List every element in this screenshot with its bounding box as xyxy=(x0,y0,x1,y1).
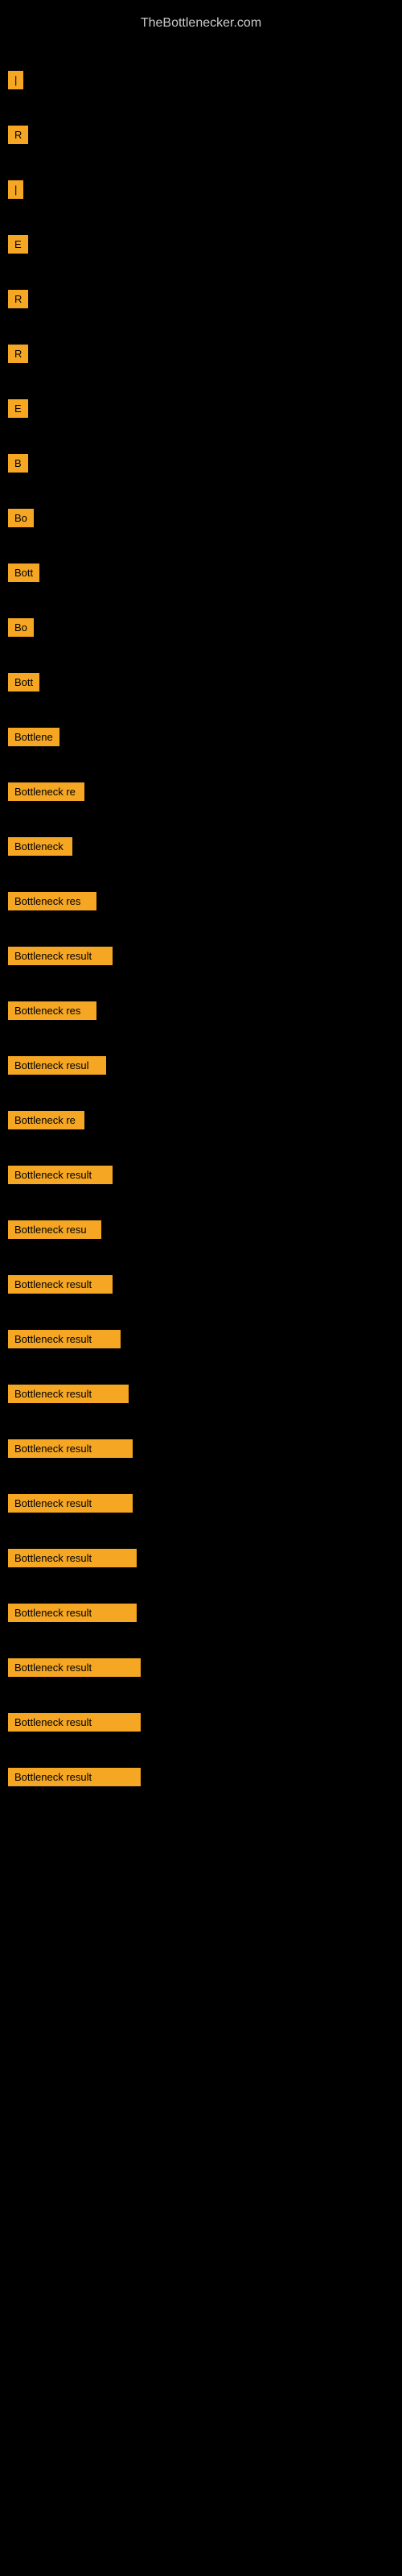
main-container: TheBottlenecker.com | R | E R R E B Bo Bott Bo Bott… xyxy=(0,0,402,2576)
list-item: Bottleneck resul xyxy=(8,1056,394,1075)
list-item: R xyxy=(8,345,394,363)
bottleneck-label: Bottleneck result xyxy=(8,1549,137,1567)
bottleneck-label: | xyxy=(8,180,23,199)
bottleneck-label: R xyxy=(8,290,28,308)
list-item: Bottleneck result xyxy=(8,947,394,965)
bottleneck-label: Bottleneck result xyxy=(8,1439,133,1458)
bottleneck-label: Bo xyxy=(8,618,34,637)
list-item: B xyxy=(8,454,394,473)
bottleneck-label: Bott xyxy=(8,564,39,582)
bottleneck-label: Bottleneck re xyxy=(8,1111,84,1129)
bottleneck-label: Bottleneck resul xyxy=(8,1056,106,1075)
bottleneck-label: Bottlene xyxy=(8,728,59,746)
site-title: TheBottlenecker.com xyxy=(8,8,394,35)
list-item: Bottleneck xyxy=(8,837,394,856)
bottleneck-label: | xyxy=(8,71,23,89)
list-item: R xyxy=(8,290,394,308)
list-item: Bottleneck result xyxy=(8,1330,394,1348)
bottleneck-label: Bo xyxy=(8,509,34,527)
bottleneck-label: Bottleneck result xyxy=(8,1385,129,1403)
list-item: Bottlene xyxy=(8,728,394,746)
list-item: Bottleneck result xyxy=(8,1494,394,1513)
list-item: Bott xyxy=(8,564,394,582)
bottleneck-label: R xyxy=(8,126,28,144)
list-item: Bottleneck re xyxy=(8,782,394,801)
bottleneck-label: E xyxy=(8,235,28,254)
bottleneck-label: Bottleneck result xyxy=(8,1494,133,1513)
list-item: Bottleneck result xyxy=(8,1385,394,1403)
list-item: E xyxy=(8,399,394,418)
rows-container: | R | E R R E B Bo Bott Bo Bott Bottlene Bottleneck r… xyxy=(8,71,394,1786)
bottleneck-label: Bottleneck result xyxy=(8,1713,141,1732)
bottleneck-label: R xyxy=(8,345,28,363)
bottleneck-label: E xyxy=(8,399,28,418)
list-item: Bottleneck result xyxy=(8,1713,394,1732)
bottleneck-label: Bottleneck res xyxy=(8,892,96,910)
list-item: R xyxy=(8,126,394,144)
list-item: Bottleneck re xyxy=(8,1111,394,1129)
list-item: Bottleneck result xyxy=(8,1658,394,1677)
bottleneck-label: Bottleneck result xyxy=(8,1768,141,1786)
bottleneck-label: Bottleneck result xyxy=(8,1275,113,1294)
list-item: Bottleneck result xyxy=(8,1439,394,1458)
bottleneck-label: Bottleneck result xyxy=(8,1166,113,1184)
list-item: Bottleneck result xyxy=(8,1768,394,1786)
bottleneck-label: Bottleneck result xyxy=(8,1330,121,1348)
bottleneck-label: Bottleneck result xyxy=(8,947,113,965)
bottleneck-label: Bott xyxy=(8,673,39,691)
bottleneck-label: Bottleneck re xyxy=(8,782,84,801)
bottleneck-label: Bottleneck res xyxy=(8,1001,96,1020)
list-item: Bottleneck res xyxy=(8,1001,394,1020)
bottleneck-label: Bottleneck resu xyxy=(8,1220,101,1239)
list-item: | xyxy=(8,71,394,89)
list-item: Bott xyxy=(8,673,394,691)
list-item: Bottleneck result xyxy=(8,1275,394,1294)
list-item: Bo xyxy=(8,618,394,637)
bottleneck-label: Bottleneck result xyxy=(8,1658,141,1677)
list-item: | xyxy=(8,180,394,199)
list-item: Bo xyxy=(8,509,394,527)
bottleneck-label: Bottleneck result xyxy=(8,1604,137,1622)
bottleneck-label: Bottleneck xyxy=(8,837,72,856)
list-item: E xyxy=(8,235,394,254)
list-item: Bottleneck result xyxy=(8,1166,394,1184)
list-item: Bottleneck result xyxy=(8,1604,394,1622)
list-item: Bottleneck resu xyxy=(8,1220,394,1239)
bottleneck-label: B xyxy=(8,454,28,473)
list-item: Bottleneck res xyxy=(8,892,394,910)
list-item: Bottleneck result xyxy=(8,1549,394,1567)
